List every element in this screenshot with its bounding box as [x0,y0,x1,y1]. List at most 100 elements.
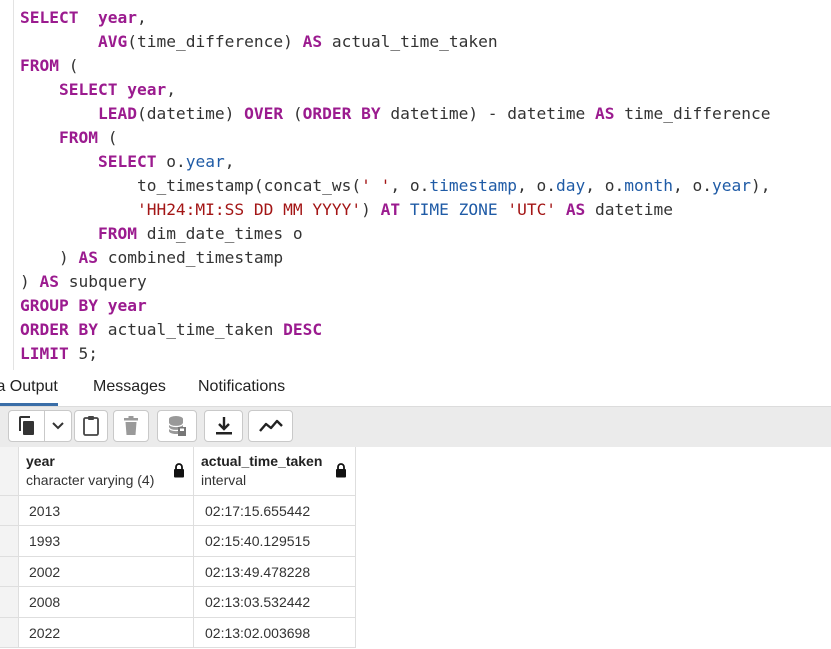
code-line[interactable]: SELECT year, [20,6,770,30]
sql-keyword: year [97,8,137,27]
tab-notifications[interactable]: Notifications [198,370,285,406]
sql-identifier: year [712,176,751,195]
save-data-icon [167,415,187,437]
time-cell[interactable]: 02:17:15.655442 [194,496,356,525]
sql-keyword: ORDER BY [302,104,381,123]
download-button[interactable] [204,410,243,442]
sql-keyword: SELECT [97,152,157,171]
graph-visualiser-button[interactable] [248,410,293,442]
sql-token: ) [361,200,381,219]
column-header-year[interactable]: year character varying (4) [19,447,194,495]
row-number-cell[interactable] [0,496,19,525]
sql-keyword: FROM [97,224,137,243]
save-data-button[interactable] [157,410,197,442]
row-number-cell[interactable] [0,557,19,586]
cell-value: 02:15:40.129515 [205,533,311,549]
sql-keyword: OVER [244,104,284,123]
result-toolbar [0,407,831,447]
code-line[interactable]: ) AS combined_timestamp [20,246,770,270]
sql-token: , o. [673,176,712,195]
code-line[interactable]: LEAD(datetime) OVER (ORDER BY datetime) … [20,102,770,126]
tab-data-output[interactable]: ta Output [0,370,58,406]
copy-icon[interactable] [9,411,46,441]
sql-code[interactable]: SELECT year, AVG(time_difference) AS act… [20,6,770,366]
dropdown-chevron-icon[interactable] [45,411,71,441]
cell-value: 2022 [29,625,61,641]
sql-identifier: year [185,152,225,171]
sql-token: ( [58,56,79,75]
sql-identifier: day [556,176,586,195]
code-line[interactable]: FROM dim_date_times o [20,222,770,246]
code-line[interactable]: FROM ( [20,54,770,78]
column-header-actual-time-taken[interactable]: actual_time_taken interval [194,447,356,495]
code-line[interactable]: 'HH24:MI:SS DD MM YYYY') AT TIME ZONE 'U… [20,198,770,222]
grid-header-row: year character varying (4) actual_time_t… [0,447,356,496]
sql-keyword: SELECT [20,8,79,27]
sql-string: 'HH24:MI:SS DD MM YYYY' [136,200,362,219]
table-row[interactable]: 2002 02:13:49.478228 [0,557,356,587]
sql-editor[interactable]: SELECT year, AVG(time_difference) AS act… [0,0,831,370]
table-row[interactable]: 2022 02:13:02.003698 [0,618,356,648]
sql-string: ' ' [361,176,391,195]
code-line[interactable]: SELECT year, [20,78,770,102]
year-cell[interactable]: 1993 [19,526,194,556]
sql-token: 5; [68,344,98,363]
row-number-cell[interactable] [0,526,19,556]
row-number-cell[interactable] [0,618,19,647]
sql-keyword: year [107,296,147,315]
sql-keyword: FROM [58,128,98,147]
time-cell[interactable]: 02:13:49.478228 [194,557,356,586]
year-cell[interactable]: 2013 [19,496,194,525]
delete-icon [123,416,139,436]
year-cell[interactable]: 2002 [19,557,194,586]
row-number-cell[interactable] [0,587,19,617]
delete-row-button[interactable] [113,410,149,442]
cell-value: 2002 [29,564,61,580]
table-row[interactable]: 1993 02:15:40.129515 [0,526,356,557]
lock-icon [174,463,184,478]
code-line[interactable]: ORDER BY actual_time_taken DESC [20,318,770,342]
time-cell[interactable]: 02:13:02.003698 [194,618,356,647]
cell-value: 2008 [29,594,61,610]
table-row[interactable]: 2013 02:17:15.655442 [0,496,356,526]
code-line[interactable]: SELECT o.year, [20,150,770,174]
code-line[interactable]: ) AS subquery [20,270,770,294]
year-cell[interactable]: 2008 [19,587,194,617]
sql-string: 'UTC' [507,200,557,219]
sql-keyword: LIMIT [20,344,69,363]
tab-messages[interactable]: Messages [93,370,166,406]
code-line[interactable]: LIMIT 5; [20,342,770,366]
paste-button[interactable] [74,410,108,442]
sql-keyword: AT [380,200,401,219]
time-cell[interactable]: 02:15:40.129515 [194,526,356,556]
code-line[interactable]: to_timestamp(concat_ws(' ', o.timestamp,… [20,174,771,198]
cell-value: 2013 [29,503,61,519]
copy-button[interactable] [8,410,72,442]
sql-keyword: year [127,80,167,99]
sql-token: ), [750,176,771,195]
time-cell[interactable]: 02:13:03.532442 [194,587,356,617]
sql-keyword: SELECT [58,80,118,99]
table-row[interactable]: 2008 02:13:03.532442 [0,587,356,618]
sql-token: datetime [585,200,674,219]
sql-keyword: AS [595,104,615,123]
sql-token: (datetime) [136,104,245,123]
row-number-header[interactable] [0,447,19,495]
code-line[interactable]: FROM ( [20,126,770,150]
code-line[interactable]: GROUP BY year [20,294,770,318]
sql-keyword: DESC [283,320,323,339]
code-line[interactable]: AVG(time_difference) AS actual_time_take… [20,30,770,54]
year-cell[interactable]: 2022 [19,618,194,647]
download-icon [215,416,233,436]
